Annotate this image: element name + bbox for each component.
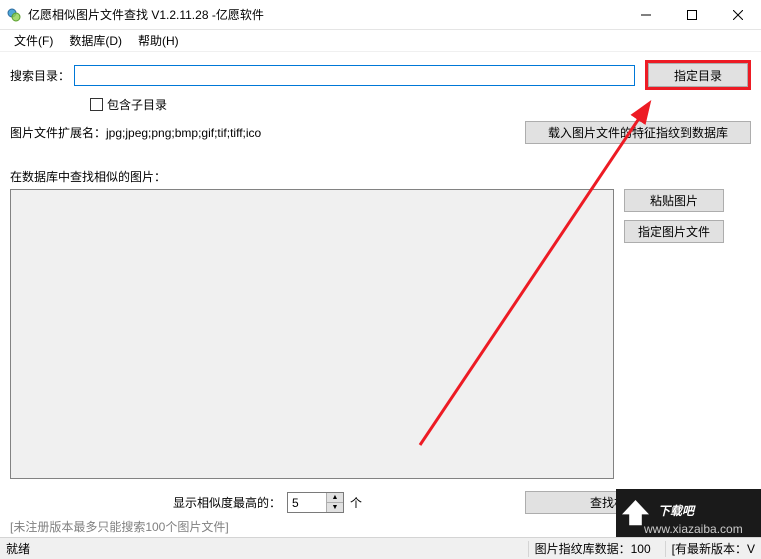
statusbar: 就绪 图片指纹库数据： 100 [有最新版本：V xyxy=(0,537,761,559)
image-preview-area[interactable] xyxy=(10,189,614,479)
browse-highlight: 指定目录 xyxy=(645,60,751,90)
menu-file[interactable]: 文件(F) xyxy=(6,30,61,51)
result-count-spinner[interactable]: ▲ ▼ xyxy=(287,492,344,513)
result-count-input[interactable] xyxy=(288,493,326,512)
search-dir-label: 搜索目录： xyxy=(10,67,70,84)
include-subdir-checkbox[interactable] xyxy=(90,98,103,111)
status-db-label: 图片指纹库数据： xyxy=(535,540,631,557)
menu-help[interactable]: 帮助(H) xyxy=(130,30,187,51)
maximize-button[interactable] xyxy=(669,0,715,30)
ext-group: 图片文件扩展名：jpg;jpeg;png;bmp;gif;tif;tiff;ic… xyxy=(10,124,261,141)
watermark-text2: www.xiazaiba.com xyxy=(643,522,743,536)
titlebar: 亿愿相似图片文件查找 V1.2.11.28 -亿愿软件 xyxy=(0,0,761,30)
app-icon xyxy=(6,7,22,23)
window-controls xyxy=(623,0,761,29)
status-db-count: 100 xyxy=(631,542,651,556)
browse-button[interactable]: 指定目录 xyxy=(648,63,748,87)
specify-image-button[interactable]: 指定图片文件 xyxy=(624,220,724,243)
show-top-label: 显示相似度最高的： xyxy=(173,494,281,511)
spin-up-icon[interactable]: ▲ xyxy=(327,493,343,503)
status-version: [有最新版本：V xyxy=(672,540,755,557)
paste-image-button[interactable]: 粘贴图片 xyxy=(624,189,724,212)
spin-down-icon[interactable]: ▼ xyxy=(327,503,343,513)
watermark: 下载吧 www.xiazaiba.com xyxy=(616,489,761,541)
ext-value: jpg;jpeg;png;bmp;gif;tif;tiff;ico xyxy=(106,126,261,140)
similar-section-label: 在数据库中查找相似的图片： xyxy=(10,168,751,185)
close-button[interactable] xyxy=(715,0,761,30)
content-area: 搜索目录： 指定目录 包含子目录 图片文件扩展名：jpg;jpeg;png;bm… xyxy=(0,52,761,535)
status-ready: 就绪 xyxy=(6,540,30,557)
search-dir-input[interactable] xyxy=(74,65,635,86)
load-fingerprint-button[interactable]: 载入图片文件的特征指纹到数据库 xyxy=(525,121,751,144)
include-subdir-label: 包含子目录 xyxy=(107,96,167,113)
watermark-text1: 下载吧 xyxy=(658,504,696,518)
unit-label: 个 xyxy=(350,494,362,511)
minimize-button[interactable] xyxy=(623,0,669,30)
menubar: 文件(F) 数据库(D) 帮助(H) xyxy=(0,30,761,52)
menu-database[interactable]: 数据库(D) xyxy=(61,30,130,51)
ext-label: 图片文件扩展名： xyxy=(10,126,106,140)
window-title: 亿愿相似图片文件查找 V1.2.11.28 -亿愿软件 xyxy=(28,6,623,23)
